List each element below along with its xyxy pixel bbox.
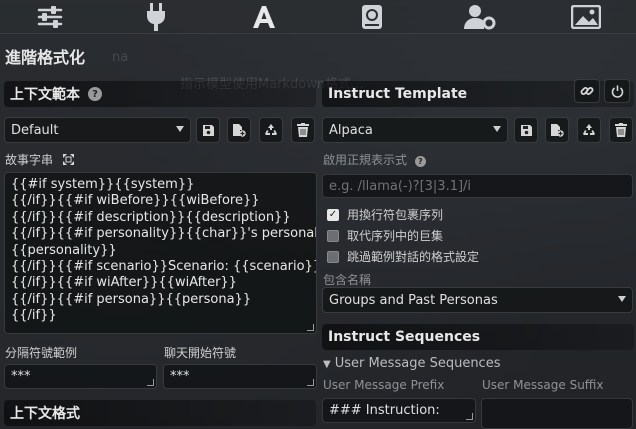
sliders-icon[interactable] <box>30 2 70 32</box>
story-string-line: {{personality}} <box>11 242 117 258</box>
link-icon <box>580 87 594 95</box>
regex-placeholder: e.g. /llama(-)?[3|3.1]/i <box>329 178 472 194</box>
story-string-line: {{#if system}}{{system}} <box>11 177 195 192</box>
file-plus-icon <box>233 124 246 137</box>
new-instruct-button[interactable] <box>545 117 569 143</box>
resize-handle[interactable] <box>466 413 473 420</box>
restore-instruct-button[interactable] <box>577 117 601 143</box>
context-format-title: 上下文格式 <box>10 406 80 422</box>
user-prefix-input[interactable]: ### Instruction: <box>322 398 476 423</box>
triangle-down-icon: ▼ <box>323 359 331 370</box>
save-preset-button[interactable] <box>196 117 220 143</box>
regex-label-text: 啟用正規表示式 <box>323 153 408 167</box>
trash-icon <box>297 123 309 137</box>
wrap-newline-label: 用換行符包裹序列 <box>347 208 444 222</box>
font-icon[interactable] <box>244 2 284 32</box>
resize-handle[interactable] <box>307 324 314 331</box>
instruct-preset-value: Alpaca <box>329 122 373 138</box>
bind-to-context-button[interactable] <box>574 79 600 103</box>
resize-handle[interactable] <box>307 379 314 386</box>
chat-start-value: *** <box>170 369 190 384</box>
instruct-power-toggle[interactable] <box>604 79 630 103</box>
recycle-icon <box>265 124 277 135</box>
plug-icon[interactable] <box>136 2 176 32</box>
background-ghost-text: na <box>112 50 129 65</box>
regex-input[interactable]: e.g. /llama(-)?[3|3.1]/i <box>322 174 633 198</box>
restore-preset-button[interactable] <box>259 117 283 143</box>
replace-macro-checkbox[interactable]: 取代序列中的巨集 <box>327 227 443 244</box>
replace-macro-label: 取代序列中的巨集 <box>347 229 444 243</box>
delete-preset-button[interactable] <box>291 117 315 143</box>
panel-title: 進階格式化 <box>5 48 86 67</box>
context-preset-value: Default <box>11 122 59 138</box>
user-suffix-input[interactable] <box>481 398 633 429</box>
user-prefix-label: User Message Prefix <box>323 378 445 392</box>
chat-start-label: 聊天開始符號 <box>164 346 237 360</box>
story-string-line: {{/if}}{{#if personality}}{{char}}'s per… <box>11 226 317 242</box>
story-string-line: {{/if}}{{#if scenario}}Scenario: {{scena… <box>11 259 317 275</box>
story-string-label: 故事字串 <box>5 151 74 168</box>
user-sequences-toggle[interactable]: ▼ User Message Sequences <box>323 356 500 371</box>
chevron-down-icon <box>618 296 626 302</box>
story-string-line: {{/if}}{{#if wiBefore}}{{wiBefore}} <box>11 193 260 209</box>
include-names-select[interactable]: Groups and Past Personas <box>322 287 633 313</box>
story-string-line: {{/if}} <box>11 308 57 324</box>
user-prefix-value: ### Instruction: <box>329 403 440 418</box>
include-names-value: Groups and Past Personas <box>329 292 498 308</box>
user-sequences-title: User Message Sequences <box>334 356 501 371</box>
story-string-line: {{/if}}{{#if wiAfter}}{{wiAfter}} <box>11 275 237 291</box>
file-plus-icon <box>551 124 564 137</box>
instruct-template-title: Instruct Template <box>328 86 468 102</box>
image-icon[interactable] <box>566 2 606 32</box>
save-instruct-button[interactable] <box>514 117 538 143</box>
instruct-sequences-title: Instruct Sequences <box>328 329 481 345</box>
recycle-icon <box>583 124 595 135</box>
include-names-label: 包含名稱 <box>323 273 372 287</box>
chevron-down-icon <box>493 126 501 132</box>
separator-label: 分隔符號範例 <box>5 346 78 360</box>
trash-icon <box>615 123 627 137</box>
expand-icon[interactable] <box>62 154 74 168</box>
regex-label: 啟用正規表示式 ? <box>323 151 426 168</box>
wrap-newline-checkbox[interactable]: ✓ 用換行符包裹序列 <box>327 206 443 223</box>
instruct-preset-select[interactable]: Alpaca <box>322 117 508 143</box>
new-preset-button[interactable] <box>227 117 251 143</box>
separator-value: *** <box>11 369 31 384</box>
chat-start-input[interactable]: *** <box>163 364 317 389</box>
checkbox-unchecked-icon[interactable] <box>327 250 339 263</box>
checkbox-unchecked-icon[interactable] <box>327 229 339 242</box>
resize-handle[interactable] <box>147 379 154 386</box>
book-globe-icon[interactable] <box>352 2 392 32</box>
context-template-title: 上下文範本 <box>10 87 80 103</box>
story-string-textarea[interactable]: {{#if system}}{{system}} {{/if}}{{#if wi… <box>4 172 317 334</box>
save-icon <box>202 124 214 136</box>
skip-examples-label: 跳過範例對話的格式設定 <box>347 250 480 264</box>
chevron-down-icon <box>176 126 184 132</box>
top-nav-bar <box>0 0 636 34</box>
save-icon <box>520 124 532 136</box>
skip-examples-checkbox[interactable]: 跳過範例對話的格式設定 <box>327 248 479 265</box>
separator-input[interactable]: *** <box>4 364 157 389</box>
story-string-label-text: 故事字串 <box>5 153 54 167</box>
context-preset-select[interactable]: Default <box>4 117 191 143</box>
power-icon <box>611 85 623 98</box>
instruct-sequences-header: Instruct Sequences <box>322 324 634 350</box>
help-icon[interactable]: ? <box>88 87 102 101</box>
checkbox-checked-icon[interactable]: ✓ <box>327 208 339 221</box>
delete-instruct-button[interactable] <box>609 117 633 143</box>
help-icon[interactable]: ? <box>414 156 426 167</box>
context-template-header: 上下文範本 ? <box>4 81 316 107</box>
user-suffix-label: User Message Suffix <box>482 378 604 392</box>
story-string-line: {{/if}}{{#if description}}{{description}… <box>11 209 291 225</box>
user-gear-icon[interactable] <box>460 2 500 32</box>
story-string-line: {{/if}}{{#if persona}}{{persona}} <box>11 291 252 307</box>
context-format-header: 上下文格式 <box>4 400 316 426</box>
